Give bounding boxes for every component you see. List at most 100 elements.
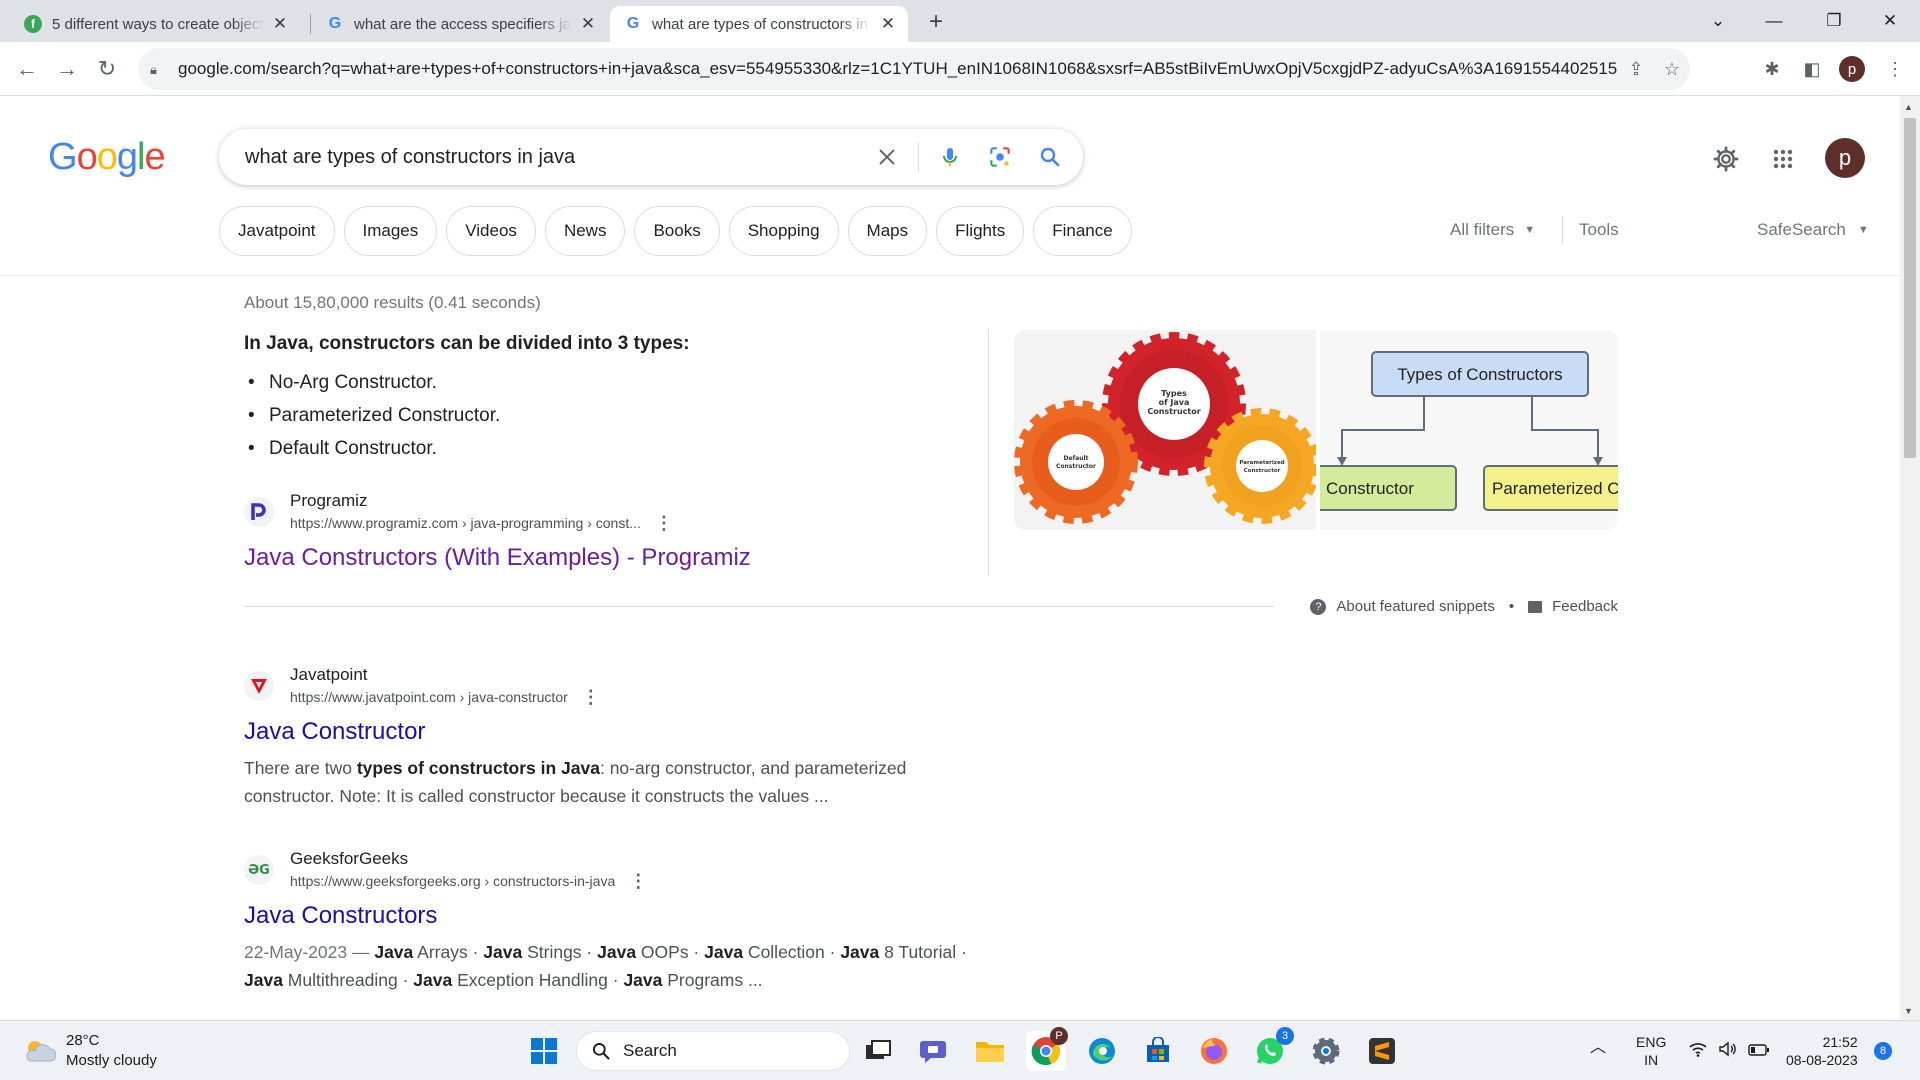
search-icon[interactable] [1025, 137, 1075, 177]
teams-chat-icon[interactable] [914, 1031, 954, 1071]
battery-icon[interactable] [1748, 1044, 1770, 1060]
wifi-icon[interactable] [1688, 1043, 1712, 1060]
clock[interactable]: 21:52 08-08-2023 [1786, 1033, 1858, 1069]
whatsapp-badge: 3 [1276, 1027, 1294, 1045]
scroll-down-icon[interactable]: ▼ [1904, 1006, 1913, 1016]
settings-app-icon[interactable] [1306, 1031, 1346, 1071]
edge-icon[interactable] [1082, 1031, 1122, 1071]
featured-snippet-heading: In Java, constructors can be divided int… [244, 333, 690, 354]
feedback-link[interactable]: Feedback [1552, 598, 1618, 615]
javatpoint-favicon-icon [244, 671, 274, 701]
language-indicator[interactable]: ENG IN [1636, 1033, 1666, 1069]
list-item: No-Arg Constructor. [248, 372, 500, 405]
more-options-icon[interactable]: ⋮ [655, 513, 673, 534]
tools-button[interactable]: Tools [1579, 220, 1619, 240]
back-button[interactable]: ← [10, 52, 44, 86]
google-logo[interactable]: Google [48, 136, 166, 179]
windows-taskbar: 28°C Mostly cloudy Search P 3 ︿ ENG IN 2… [0, 1020, 1920, 1080]
firefox-icon[interactable] [1194, 1031, 1234, 1071]
address-bar[interactable]: 🔒︎ google.com/search?q=what+are+types+of… [138, 48, 1690, 90]
bookmark-star-icon[interactable]: ☆ [1654, 59, 1690, 80]
sublime-text-icon[interactable] [1362, 1031, 1402, 1071]
all-filters-button[interactable]: All filters ▼ [1450, 220, 1535, 240]
extensions-icon[interactable]: ✱ [1757, 54, 1787, 84]
filter-divider [1562, 216, 1563, 244]
forward-button[interactable]: → [50, 52, 84, 86]
url-text[interactable]: google.com/search?q=what+are+types+of+co… [178, 59, 1618, 79]
tab-search-button[interactable]: ⌄ [1690, 0, 1746, 42]
caret-down-icon: ▼ [1524, 224, 1536, 236]
close-icon[interactable]: ✕ [578, 14, 598, 34]
reload-button[interactable]: ↻ [90, 52, 124, 86]
diagram-left-text: Constructor [1326, 479, 1414, 498]
windows-start-icon[interactable] [524, 1031, 564, 1071]
chip-shopping[interactable]: Shopping [728, 206, 839, 256]
tools-label: Tools [1579, 220, 1619, 239]
minimize-button[interactable]: — [1746, 0, 1802, 42]
featured-snippet-list: No-Arg Constructor. Parameterized Constr… [248, 372, 500, 471]
google-account-avatar[interactable]: p [1825, 138, 1865, 178]
chip-news[interactable]: News [544, 206, 626, 256]
cloudy-weather-icon [26, 1041, 56, 1062]
source-header[interactable]: Programiz https://www.programiz.com › ja… [244, 490, 751, 534]
chip-images[interactable]: Images [343, 206, 438, 256]
safesearch-button[interactable]: SafeSearch ▼ [1757, 220, 1869, 240]
notification-badge[interactable]: 8 [1874, 1042, 1892, 1060]
tab-objects-java[interactable]: f 5 different ways to create objects in … [10, 6, 300, 42]
search-input[interactable]: what are types of constructors in java [219, 146, 862, 169]
page-scrollbar[interactable]: ▲ ▼ [1900, 96, 1920, 1020]
show-hidden-icons[interactable]: ︿ [1590, 1039, 1606, 1057]
whatsapp-icon[interactable]: 3 [1250, 1027, 1294, 1071]
programiz-favicon-icon [244, 497, 274, 527]
weather-condition: Mostly cloudy [66, 1052, 157, 1069]
chrome-menu-icon[interactable]: ⋮ [1880, 54, 1910, 84]
featured-snippet-image[interactable]: Types of Java Constructor Default Constr… [1014, 330, 1618, 530]
new-tab-button[interactable]: + [922, 8, 950, 36]
result-title-link[interactable]: Java Constructor [244, 716, 984, 748]
source-header[interactable]: ƏG GeeksforGeeks https://www.geeksforgee… [244, 848, 1004, 892]
system-tray-icons[interactable] [1688, 1041, 1770, 1061]
voice-search-icon[interactable] [925, 137, 975, 177]
volume-icon[interactable] [1718, 1041, 1742, 1060]
scrollbar-thumb[interactable] [1904, 118, 1916, 458]
close-icon[interactable]: ✕ [270, 14, 290, 34]
region-code: IN [1644, 1052, 1659, 1068]
search-box[interactable]: what are types of constructors in java [219, 129, 1083, 185]
chip-javatpoint[interactable]: Javatpoint [219, 206, 335, 256]
side-panel-icon[interactable]: ◧ [1797, 54, 1827, 84]
close-icon[interactable]: ✕ [878, 14, 898, 34]
source-name: Programiz [290, 491, 368, 510]
about-featured-snippets-link[interactable]: About featured snippets [1336, 598, 1494, 615]
share-icon[interactable]: ⇪ [1618, 59, 1654, 80]
source-header[interactable]: Javatpoint https://www.javatpoint.com › … [244, 664, 984, 708]
more-options-icon[interactable]: ⋮ [582, 687, 600, 708]
weather-widget[interactable]: 28°C Mostly cloudy [22, 1031, 157, 1071]
chip-maps[interactable]: Maps [847, 206, 928, 256]
tab-constructors-active[interactable]: G what are types of constructors in java… [610, 6, 908, 42]
snippet-footer-divider [244, 606, 1274, 607]
tab-strip: f 5 different ways to create objects in … [0, 0, 1920, 42]
google-apps-icon[interactable] [1766, 142, 1800, 176]
scroll-up-icon[interactable]: ▲ [1904, 102, 1913, 112]
list-item: Default Constructor. [248, 438, 500, 471]
clear-search-icon[interactable] [862, 137, 912, 177]
browser-profile-avatar[interactable]: p [1839, 56, 1865, 82]
task-view-icon[interactable] [858, 1031, 898, 1071]
close-window-button[interactable]: ✕ [1862, 0, 1918, 42]
chrome-taskbar-icon[interactable]: P [1026, 1027, 1068, 1071]
taskbar-search[interactable]: Search [576, 1031, 850, 1071]
chip-flights[interactable]: Flights [936, 206, 1025, 256]
result-title-link[interactable]: Java Constructors (With Examples) - Prog… [244, 542, 751, 574]
chip-videos[interactable]: Videos [446, 206, 536, 256]
settings-gear-icon[interactable] [1709, 142, 1743, 176]
lock-icon[interactable]: 🔒︎ [150, 62, 164, 77]
result-title-link[interactable]: Java Constructors [244, 900, 1004, 932]
more-options-icon[interactable]: ⋮ [629, 871, 647, 892]
file-explorer-icon[interactable] [970, 1031, 1010, 1071]
lens-search-icon[interactable] [975, 137, 1025, 177]
tab-access-specifiers[interactable]: G what are the access specifiers java ✕ [312, 6, 608, 42]
microsoft-store-icon[interactable] [1138, 1031, 1178, 1071]
chip-finance[interactable]: Finance [1033, 206, 1132, 256]
chip-books[interactable]: Books [634, 206, 720, 256]
restore-button[interactable]: ❐ [1806, 0, 1862, 42]
